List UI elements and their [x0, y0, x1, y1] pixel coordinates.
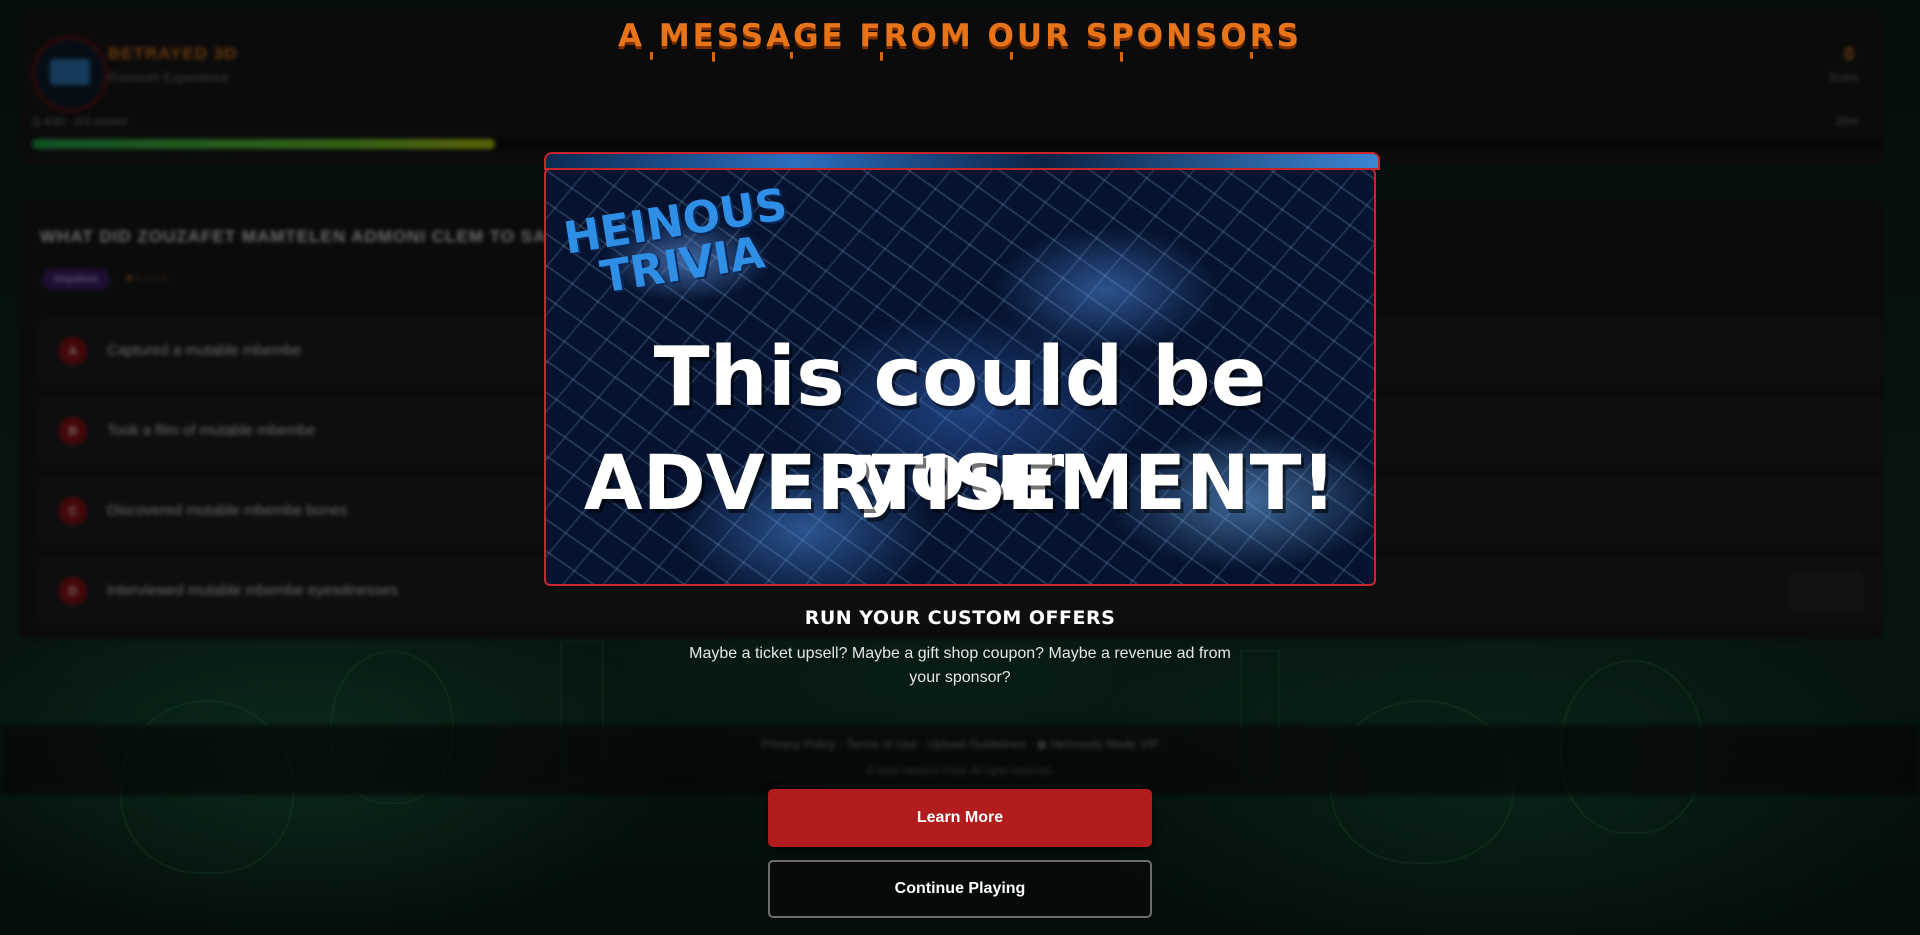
drip-decoration: [880, 52, 883, 61]
sponsor-ad-image[interactable]: HEINOUS TRIVIA This could be your ADVERT…: [544, 168, 1376, 586]
drip-decoration: [1010, 52, 1013, 60]
drip-decoration: [790, 52, 793, 59]
continue-playing-button[interactable]: Continue Playing: [768, 860, 1152, 918]
offer-title: RUN YOUR CUSTOM OFFERS: [804, 607, 1116, 629]
drip-decoration: [1250, 52, 1253, 59]
modal-title: A MESSAGE FROM OUR SPONSORS: [618, 18, 1302, 54]
offer-description: Maybe a ticket upsell? Maybe a gift shop…: [689, 645, 1231, 686]
drip-decoration: [712, 52, 715, 62]
ad-headline-line2: ADVERTISEMENT!: [583, 438, 1337, 527]
learn-more-button[interactable]: Learn More: [768, 789, 1152, 847]
ad-brand-logo: HEINOUS TRIVIA: [559, 179, 800, 306]
drip-decoration: [1120, 52, 1123, 62]
drip-decoration: [650, 52, 653, 60]
